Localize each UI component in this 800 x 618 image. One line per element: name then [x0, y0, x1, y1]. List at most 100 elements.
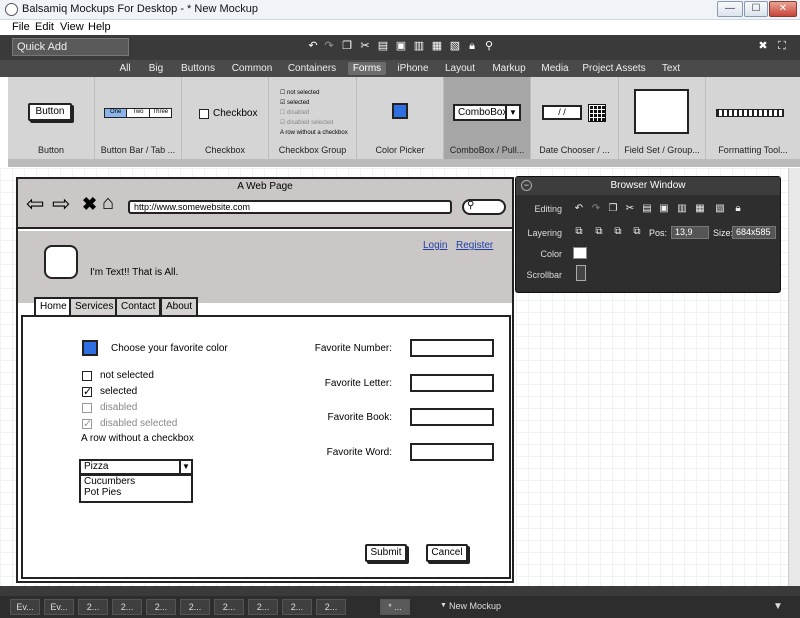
- forward-arrow-icon[interactable]: ⇨: [52, 193, 70, 215]
- canvas-vertical-scrollbar[interactable]: [788, 168, 800, 586]
- task-item[interactable]: 2...: [214, 599, 244, 615]
- delete-icon[interactable]: ▥: [676, 203, 688, 215]
- group-icon[interactable]: ▦: [694, 203, 706, 215]
- stop-icon[interactable]: ✖: [82, 194, 97, 214]
- quick-add-input[interactable]: Quick Add: [12, 38, 129, 56]
- ungroup-icon[interactable]: ▧: [714, 203, 726, 215]
- component-button[interactable]: Button Button: [8, 77, 95, 159]
- favorite-number-field[interactable]: [410, 339, 494, 357]
- collapse-icon[interactable]: −: [521, 180, 532, 191]
- component-checkbox[interactable]: Checkbox Checkbox: [182, 77, 269, 159]
- scrollbar-toggle[interactable]: [576, 265, 586, 281]
- home-icon[interactable]: ⌂: [102, 192, 114, 214]
- task-item-active[interactable]: * ...: [380, 599, 410, 615]
- chevron-down-icon[interactable]: ▼: [773, 601, 783, 612]
- close-panel-icon[interactable]: ✖: [757, 40, 769, 52]
- redo-icon[interactable]: ↷: [590, 203, 602, 215]
- tab-project-assets[interactable]: Project Assets: [580, 62, 648, 75]
- bring-forward-icon[interactable]: ⧉: [593, 226, 605, 238]
- delete-icon[interactable]: ▥: [413, 40, 425, 52]
- favorite-letter-field[interactable]: [410, 374, 494, 392]
- task-item[interactable]: Ev...: [44, 599, 74, 615]
- register-link[interactable]: Register: [456, 240, 493, 251]
- component-combobox[interactable]: ComboBox ▼ ComboBox / Pull...: [444, 77, 531, 159]
- task-item[interactable]: 2...: [316, 599, 346, 615]
- task-item[interactable]: Ev...: [10, 599, 40, 615]
- chevron-down-icon[interactable]: ▼: [179, 461, 191, 473]
- cut-icon[interactable]: ✂: [624, 203, 636, 215]
- task-item[interactable]: 2...: [248, 599, 278, 615]
- lock-icon[interactable]: 🔒︎: [732, 203, 744, 215]
- mockup-browser-window[interactable]: A Web Page ⇦ ⇨ ✖ ⌂ http://www.somewebsit…: [16, 177, 514, 583]
- menu-view[interactable]: View: [60, 21, 84, 33]
- component-checkbox-group[interactable]: ☐ not selected ☑ selected ☐ disabled ☑ d…: [269, 77, 357, 159]
- task-item[interactable]: 2...: [112, 599, 142, 615]
- maximize-button[interactable]: ☐: [744, 1, 768, 17]
- search-icon[interactable]: ⚲: [483, 40, 495, 52]
- send-backward-icon[interactable]: ⧉: [612, 226, 624, 238]
- group-icon[interactable]: ▦: [431, 40, 443, 52]
- tab-about[interactable]: About: [160, 297, 199, 315]
- menu-help[interactable]: Help: [88, 21, 111, 33]
- pos-field[interactable]: 13,9: [671, 226, 709, 239]
- tab-markup[interactable]: Markup: [488, 62, 530, 75]
- task-item[interactable]: 2...: [78, 599, 108, 615]
- paste-icon[interactable]: ▤: [377, 40, 389, 52]
- cancel-button[interactable]: Cancel: [426, 544, 468, 562]
- tab-big[interactable]: Big: [144, 62, 168, 75]
- tab-services[interactable]: Services: [69, 297, 120, 315]
- combobox-option[interactable]: Pot Pies: [84, 487, 191, 498]
- tab-contact[interactable]: Contact: [115, 297, 162, 315]
- paste-icon[interactable]: ▤: [641, 203, 653, 215]
- submit-button[interactable]: Submit: [365, 544, 407, 562]
- component-color-picker[interactable]: Color Picker: [357, 77, 444, 159]
- tab-containers[interactable]: Containers: [284, 62, 340, 75]
- favorite-word-field[interactable]: [410, 443, 494, 461]
- combobox[interactable]: Pizza ▼: [79, 459, 193, 475]
- undo-icon[interactable]: ↶: [573, 203, 585, 215]
- color-picker[interactable]: [82, 340, 98, 356]
- component-button-bar[interactable]: One Two Three Button Bar / Tab ...: [95, 77, 182, 159]
- component-formatting-toolbar[interactable]: Formatting Tool...: [706, 77, 800, 159]
- tab-all[interactable]: All: [114, 62, 136, 75]
- bring-to-front-icon[interactable]: ⧉: [573, 226, 585, 238]
- component-strip-scrollbar[interactable]: [8, 159, 800, 167]
- login-link[interactable]: Login: [423, 240, 447, 251]
- menu-edit[interactable]: Edit: [35, 21, 54, 33]
- ungroup-icon[interactable]: ▧: [449, 40, 461, 52]
- task-item[interactable]: 2...: [180, 599, 210, 615]
- task-item[interactable]: 2...: [146, 599, 176, 615]
- undo-icon[interactable]: ↶: [307, 40, 319, 52]
- duplicate-icon[interactable]: ▣: [395, 40, 407, 52]
- combobox-option[interactable]: Cucumbers: [84, 476, 191, 487]
- chevron-down-icon[interactable]: ▼: [440, 602, 447, 609]
- url-bar[interactable]: http://www.somewebsite.com: [128, 200, 452, 214]
- tab-home[interactable]: Home: [34, 297, 73, 315]
- tab-iphone[interactable]: iPhone: [394, 62, 432, 75]
- close-button[interactable]: ✕: [769, 1, 797, 17]
- copy-icon[interactable]: ❐: [607, 203, 619, 215]
- browser-search-field[interactable]: ⚲: [462, 199, 506, 215]
- tab-forms[interactable]: Forms: [348, 62, 386, 75]
- tab-media[interactable]: Media: [538, 62, 572, 75]
- component-field-set[interactable]: Field Set / Group...: [619, 77, 706, 159]
- back-arrow-icon[interactable]: ⇦: [26, 193, 44, 215]
- duplicate-icon[interactable]: ▣: [658, 203, 670, 215]
- redo-icon[interactable]: ↷: [323, 40, 335, 52]
- copy-icon[interactable]: ❐: [341, 40, 353, 52]
- component-date-chooser[interactable]: / / Date Chooser / ...: [531, 77, 619, 159]
- task-item[interactable]: 2...: [282, 599, 312, 615]
- lock-icon[interactable]: 🔒︎: [466, 40, 478, 52]
- tab-buttons[interactable]: Buttons: [176, 62, 220, 75]
- color-swatch[interactable]: [573, 247, 587, 259]
- tab-layout[interactable]: Layout: [440, 62, 480, 75]
- size-field[interactable]: 684x585: [732, 226, 776, 239]
- tab-common[interactable]: Common: [228, 62, 276, 75]
- favorite-book-field[interactable]: [410, 408, 494, 426]
- cut-icon[interactable]: ✂: [359, 40, 371, 52]
- menu-file[interactable]: File: [12, 21, 30, 33]
- minimize-button[interactable]: —: [717, 1, 743, 17]
- send-to-back-icon[interactable]: ⧉: [631, 226, 643, 238]
- checkbox-not-selected[interactable]: [82, 371, 92, 381]
- checkbox-selected[interactable]: ✓: [82, 387, 92, 398]
